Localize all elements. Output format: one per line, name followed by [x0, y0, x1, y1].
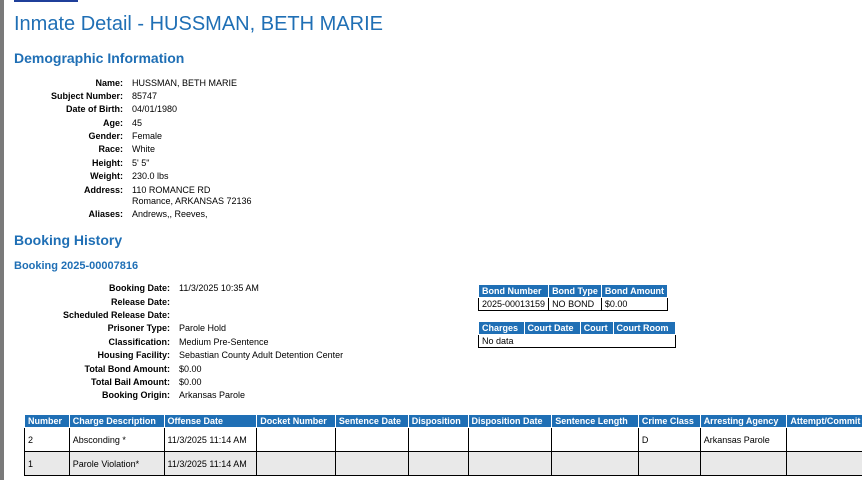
bond-header-amount: Bond Amount	[600, 284, 669, 298]
top-link-underline[interactable]	[14, 0, 78, 2]
field-value: Medium Pre-Sentence	[179, 337, 269, 347]
field-value: 45	[132, 118, 143, 128]
charge-offense-date: 11/3/2025 11:14 AM	[163, 451, 258, 476]
table-row: 1 Parole Violation* 11/3/2025 11:14 AM	[24, 451, 862, 476]
court-header-court: Court	[579, 321, 614, 335]
charge-disposition-date	[467, 451, 553, 476]
charges-header-arresting-agency: Arresting Agency	[699, 414, 788, 428]
bond-number: 2025-00013159	[477, 297, 550, 311]
charge-sentence-date	[334, 427, 409, 452]
field-value: Parole Hold	[179, 323, 227, 333]
field-value: 230.0 lbs	[132, 171, 169, 181]
bond-header-number: Bond Number	[477, 284, 550, 298]
field-value: 5' 5"	[132, 158, 150, 168]
charge-number: 2	[24, 427, 70, 452]
charges-header-crime-class: Crime Class	[637, 414, 701, 428]
court-header-room: Court Room	[612, 321, 676, 335]
charges-header-disposition-date: Disposition Date	[467, 414, 553, 428]
field-value: Andrews,, Reeves,	[132, 209, 208, 219]
field-label: Weight:	[90, 171, 123, 181]
field-value: $0.00	[179, 364, 202, 374]
table-row: 2 Absconding * 11/3/2025 11:14 AM D Arka…	[24, 427, 862, 452]
field-value: 110 ROMANCE RD	[132, 185, 211, 195]
court-table: Charges Court Date Court Court Room No d…	[478, 321, 676, 348]
charge-arresting-agency: Arkansas Parole	[699, 427, 788, 452]
field-label: Age:	[103, 118, 123, 128]
field-value: 04/01/1980	[132, 104, 178, 114]
field-label: Release Date:	[110, 297, 170, 307]
field-label: Prisoner Type:	[107, 323, 170, 333]
charges-header-number: Number	[24, 414, 70, 428]
demographic-heading: Demographic Information	[14, 50, 185, 66]
bond-row: 2025-00013159 NO BOND $0.00	[477, 297, 669, 311]
field-value: White	[132, 144, 156, 154]
field-value: $0.00	[179, 377, 202, 387]
field-value: Sebastian County Adult Detention Center	[179, 350, 344, 360]
field-label: Address:	[83, 185, 123, 195]
field-label: Total Bail Amount:	[91, 377, 170, 387]
booking-history-heading: Booking History	[14, 232, 123, 248]
charge-description: Absconding *	[68, 427, 165, 452]
charge-crime-class	[637, 451, 701, 476]
charge-arresting-agency	[699, 451, 788, 476]
charge-sentence-length	[551, 427, 639, 452]
field-value: Romance, ARKANSAS 72136	[132, 196, 252, 206]
field-label: Subject Number:	[50, 91, 123, 101]
field-label: Gender:	[88, 131, 123, 141]
charge-disposition	[407, 427, 469, 452]
charge-offense-date: 11/3/2025 11:14 AM	[163, 427, 258, 452]
bond-table: Bond Number Bond Type Bond Amount 2025-0…	[477, 284, 669, 311]
charge-sentence-length	[551, 451, 639, 476]
bond-header-type: Bond Type	[548, 284, 602, 298]
charge-attempt-commit	[786, 451, 862, 476]
field-label: Scheduled Release Date:	[62, 310, 170, 320]
charge-number: 1	[24, 451, 70, 476]
field-label: Name:	[95, 78, 123, 88]
charge-docket	[256, 427, 336, 452]
field-label: Booking Date:	[108, 283, 170, 293]
field-value: 11/3/2025 10:35 AM	[179, 283, 259, 293]
charges-header-attempt-commit: Attempt/Commit	[786, 414, 862, 428]
page-title: Inmate Detail - HUSSMAN, BETH MARIE	[14, 13, 383, 35]
charges-header-sentence-date: Sentence Date	[334, 414, 409, 428]
charge-attempt-commit	[786, 427, 862, 452]
charges-header-description: Charge Description	[68, 414, 165, 428]
charges-header-docket: Docket Number	[256, 414, 336, 428]
window-left-edge	[0, 0, 4, 480]
charge-description: Parole Violation*	[68, 451, 165, 476]
field-label: Height:	[92, 158, 123, 168]
field-value: HUSSMAN, BETH MARIE	[132, 78, 238, 88]
field-label: Booking Origin:	[102, 390, 170, 400]
charge-crime-class: D	[637, 427, 701, 452]
court-header-charges: Charges	[478, 321, 525, 335]
charge-disposition	[407, 451, 469, 476]
charge-docket	[256, 451, 336, 476]
court-no-data: No data	[478, 334, 676, 348]
charge-disposition-date	[467, 427, 553, 452]
field-value: Female	[132, 131, 163, 141]
booking-title: Booking 2025-00007816	[14, 260, 139, 272]
field-value: 85747	[132, 91, 158, 101]
charges-header-sentence-length: Sentence Length	[551, 414, 639, 428]
charge-sentence-date	[334, 451, 409, 476]
bond-amount: $0.00	[600, 297, 669, 311]
field-label: Race:	[98, 144, 123, 154]
field-value: Arkansas Parole	[179, 390, 246, 400]
charges-table: Number Charge Description Offense Date D…	[24, 414, 862, 476]
court-row: No data	[478, 334, 676, 348]
charges-header-offense-date: Offense Date	[163, 414, 258, 428]
court-header-date: Court Date	[523, 321, 581, 335]
field-label: Classification:	[108, 337, 170, 347]
charges-header-disposition: Disposition	[407, 414, 469, 428]
bond-type: NO BOND	[548, 297, 602, 311]
field-label: Date of Birth:	[66, 104, 123, 114]
field-label: Total Bond Amount:	[84, 364, 170, 374]
field-label: Aliases:	[88, 209, 123, 219]
field-label: Housing Facility:	[97, 350, 170, 360]
